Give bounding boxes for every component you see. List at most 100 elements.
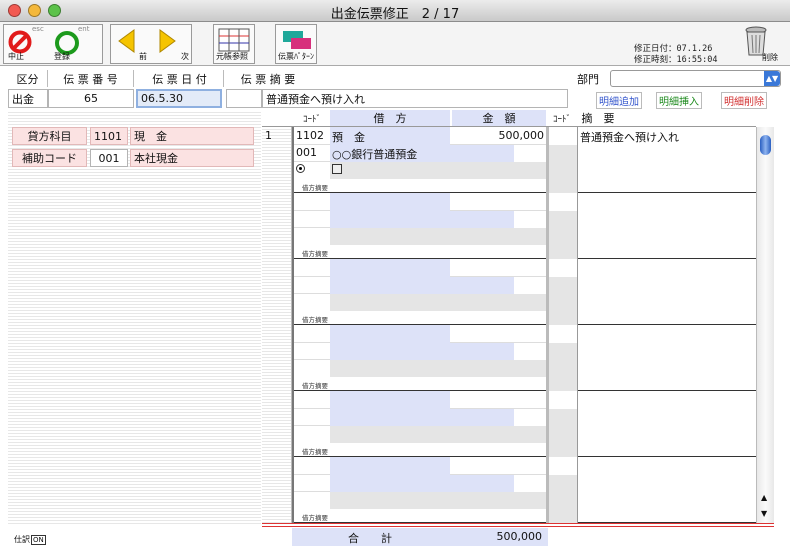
memo-code-bg	[549, 343, 577, 391]
input-toggle-label: 仕訳	[14, 535, 30, 544]
sub-code-value: 001	[296, 146, 317, 159]
register-button[interactable]: ent 登録	[52, 25, 102, 63]
credit-code[interactable]: 1101	[90, 127, 128, 145]
sub-code-field[interactable]	[294, 211, 330, 228]
tax-field	[330, 162, 546, 179]
debit-account: 預 金	[332, 131, 365, 144]
debit-code-field[interactable]	[294, 391, 330, 409]
delete-button[interactable]: 削除	[740, 24, 786, 64]
debit-account-field	[330, 325, 450, 343]
row-number-cell	[262, 391, 292, 457]
sub-code-field[interactable]	[294, 343, 330, 360]
date-header: 伝 票 日 付	[136, 70, 224, 87]
memo-code-field[interactable]	[549, 391, 577, 409]
detail-row: 借方摘要	[262, 193, 756, 259]
checkbox[interactable]	[332, 164, 342, 174]
sub-name-field	[330, 277, 514, 294]
memo-code-field[interactable]	[549, 325, 577, 343]
memo-code-field[interactable]	[549, 259, 577, 277]
cancel-label: 中止	[8, 52, 24, 61]
amount-field[interactable]: 500,000	[450, 127, 546, 145]
number-field[interactable]: 65	[48, 89, 134, 108]
amount-field[interactable]	[450, 193, 546, 211]
credit-label: 貸方科目	[12, 127, 87, 145]
memo-value: 普通預金へ預け入れ	[580, 131, 679, 144]
ledger-button[interactable]: 元帳参照	[213, 24, 255, 64]
scroll-thumb[interactable]	[760, 135, 771, 155]
debit-code-field[interactable]: 1102	[294, 127, 330, 145]
memo-label: 借方摘要	[302, 382, 328, 390]
next-button[interactable]: 次	[151, 25, 191, 63]
debit-code-field[interactable]	[294, 457, 330, 475]
date-field[interactable]: 06.5.30	[136, 89, 222, 108]
amount-field[interactable]	[450, 457, 546, 475]
title-bar: 出金伝票修正 2 / 17	[0, 0, 790, 22]
cancel-button[interactable]: esc 中止	[4, 25, 52, 63]
register-label: 登録	[54, 52, 70, 61]
toolbar-group-nav: 前 次	[110, 24, 192, 64]
memo-field[interactable]: 普通預金へ預け入れ	[577, 127, 756, 193]
memo-code-field[interactable]	[549, 457, 577, 475]
input-toggle[interactable]: 仕訳 ON	[14, 534, 46, 545]
sub-code-field[interactable]	[294, 409, 330, 426]
sub-code-field[interactable]	[294, 475, 330, 492]
scrollbar[interactable]: ▲ ▼	[756, 127, 774, 523]
arrow-right-icon	[159, 29, 176, 53]
memo-field[interactable]	[577, 391, 756, 457]
memo-field[interactable]	[577, 457, 756, 523]
detail-row: 1 1102 預 金 500,000 001 ○○銀行普通預金 普通預金へ預け入…	[262, 127, 756, 193]
memo-field[interactable]	[577, 325, 756, 391]
debit-account-field	[330, 457, 450, 475]
debit-code-field[interactable]	[294, 259, 330, 277]
memo-code-bg	[549, 145, 577, 193]
tax-field	[330, 294, 546, 311]
debit-code-field[interactable]	[294, 193, 330, 211]
cancel-shortcut: esc	[32, 25, 44, 33]
amount-field[interactable]	[450, 325, 546, 343]
memo-label: 借方摘要	[302, 316, 328, 324]
memo-field[interactable]	[577, 259, 756, 325]
debit-account-field: 預 金	[330, 127, 450, 145]
amount-field[interactable]	[450, 259, 546, 277]
add-detail-button[interactable]: 明細追加	[596, 92, 642, 109]
code2-column-header: ｺｰﾄﾞ	[552, 114, 571, 125]
sub-name-field	[330, 211, 514, 228]
sub-code-field[interactable]	[294, 277, 330, 294]
sub-name-field: ○○銀行普通預金	[330, 145, 514, 162]
debit-code-field[interactable]	[294, 325, 330, 343]
scroll-up-icon[interactable]: ▲	[761, 493, 767, 502]
pattern-button[interactable]: 伝票ﾊﾟﾀｰﾝ	[275, 24, 317, 64]
summary-code-field[interactable]	[226, 89, 262, 108]
prev-button[interactable]: 前	[111, 25, 151, 63]
tax-field	[330, 426, 546, 443]
dept-select[interactable]: ▲▼	[610, 70, 781, 87]
toolbar-group-actions: esc 中止 ent 登録	[3, 24, 103, 64]
detail-rows: 1 1102 預 金 500,000 001 ○○銀行普通預金 普通預金へ預け入…	[262, 127, 756, 523]
detail-row: 借方摘要	[262, 391, 756, 457]
detail-row: 借方摘要	[262, 325, 756, 391]
ledger-grid-icon	[218, 28, 250, 52]
summary-header: 伝 票 摘 要	[240, 72, 296, 86]
total-value: 500,000	[496, 530, 543, 543]
credit-name: 現 金	[130, 127, 254, 145]
sub-code-field[interactable]: 001	[294, 145, 330, 162]
radio-button[interactable]	[296, 164, 305, 173]
amount-field[interactable]	[450, 391, 546, 409]
kubun-header: 区分	[8, 70, 48, 87]
memo-code-field[interactable]	[549, 127, 577, 145]
memo-code-field[interactable]	[549, 193, 577, 211]
scroll-down-icon[interactable]: ▼	[761, 509, 767, 518]
summary-field[interactable]: 普通預金へ預け入れ	[262, 89, 568, 108]
memo-field[interactable]	[577, 193, 756, 259]
memo-label: 借方摘要	[302, 448, 328, 456]
debit-code: 1102	[296, 129, 324, 142]
sub-name-field	[330, 409, 514, 426]
row-number-cell	[262, 457, 292, 523]
total-divider	[262, 523, 774, 527]
delete-detail-button[interactable]: 明細削除	[721, 92, 767, 109]
pattern-icon	[283, 31, 311, 49]
insert-detail-button[interactable]: 明細挿入	[656, 92, 702, 109]
memo-code-bg	[549, 277, 577, 325]
sub-code[interactable]: 001	[90, 149, 128, 167]
toolbar: esc 中止 ent 登録 前 次 元帳参照 伝票ﾊﾟﾀｰﾝ 修正日付：07.1…	[0, 22, 790, 66]
